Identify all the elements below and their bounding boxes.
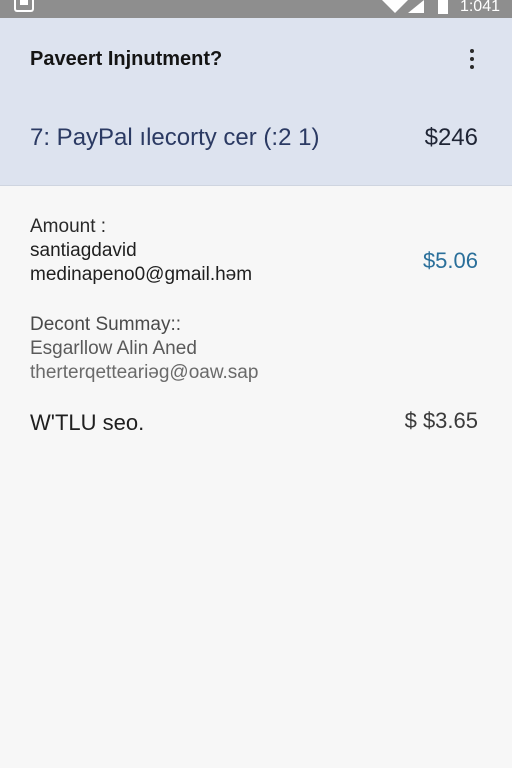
page-title: Paveert Injnutment? [30, 48, 223, 70]
amount-value: $5.06 [422, 248, 478, 273]
battery-icon [437, 0, 448, 14]
status-bar: 1:041 [0, 0, 512, 18]
amount-label: Amount : [30, 216, 107, 237]
header-payment-item: 7: PayPal ılecorty cer (:2 1) [30, 124, 320, 151]
header: Paveert Injnutment? 7: PayPal ılecorty c… [0, 18, 512, 186]
more-vert-icon[interactable] [462, 48, 482, 70]
header-amount: $246 [424, 124, 478, 151]
signal-icon [407, 0, 424, 13]
total-amount: $ $3.65 [404, 408, 478, 433]
payer-name: santiagdavid [30, 240, 137, 261]
status-time: 1:041 [459, 0, 500, 15]
status-icons: 1:041 [381, 0, 500, 18]
wifi-icon [381, 0, 408, 13]
summary-line-2: therterqetteariəg@oaw.sap [30, 362, 259, 383]
summary-line-1: Esgarllow Alin Aned [30, 338, 197, 359]
summary-label: Decont Summay:: [30, 314, 181, 335]
payment-details: Amount : santiagdavid medinapeno0@gmail.… [0, 186, 512, 768]
app-icon [14, 0, 34, 12]
total-label: W'TLU seo. [30, 410, 145, 435]
payer-email: medinapeno0@gmail.həm [30, 264, 253, 285]
